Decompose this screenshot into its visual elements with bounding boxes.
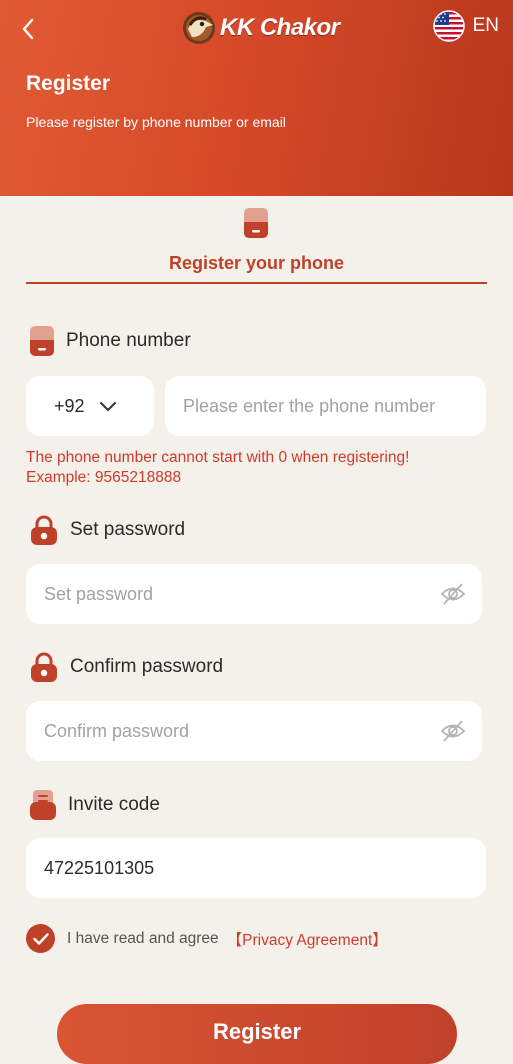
confirm-password-input[interactable] [26, 701, 482, 761]
register-button[interactable]: Register [57, 1004, 457, 1064]
eye-hidden-icon[interactable] [440, 582, 466, 606]
password-input-container [26, 564, 482, 624]
confirm-password-label: Confirm password [30, 652, 223, 682]
check-icon [32, 932, 49, 945]
country-code-value: +92 [54, 395, 85, 416]
privacy-agreement-link[interactable]: 【Privacy Agreement】 [227, 928, 388, 950]
language-label: EN [472, 15, 499, 36]
logo-text: KK Chakor [220, 14, 340, 41]
confirm-password-label-text: Confirm password [70, 656, 224, 677]
us-flag-icon [432, 10, 465, 42]
chevron-left-icon [22, 18, 34, 40]
page-subtitle: Please register by phone number or email [26, 114, 286, 130]
confirm-password-input-container [26, 701, 482, 761]
invite-code-input[interactable] [26, 838, 486, 898]
back-button[interactable] [14, 14, 44, 44]
eye-hidden-icon[interactable] [440, 719, 466, 743]
agreement-text: I have read and agree [67, 929, 219, 947]
tab-label: Register your phone [168, 253, 345, 273]
invite-code-icon [30, 790, 56, 820]
password-input[interactable] [26, 564, 482, 624]
phone-error-example: Example: 9565218888 [26, 469, 182, 486]
phone-label: Phone number [30, 326, 191, 356]
phone-error-message: The phone number cannot start with 0 whe… [26, 448, 409, 488]
password-label: Set password [30, 515, 185, 545]
lock-icon [31, 652, 57, 682]
invite-code-label-text: Invite code [68, 794, 160, 815]
agree-checkbox[interactable] [26, 924, 55, 953]
tab-register-phone[interactable]: Register your phone [26, 206, 487, 286]
app-logo: KK Chakor [180, 8, 340, 48]
phone-icon [244, 208, 268, 243]
bird-logo-icon [183, 12, 215, 44]
phone-error-line: The phone number cannot start with 0 whe… [26, 449, 410, 466]
phone-input-container [165, 376, 486, 436]
phone-input[interactable] [165, 376, 486, 436]
tab-underline [26, 282, 487, 284]
lock-icon [31, 515, 57, 545]
phone-label-text: Phone number [66, 330, 191, 351]
language-selector[interactable]: EN [432, 10, 499, 42]
password-label-text: Set password [70, 519, 186, 540]
invite-code-input-container [26, 838, 486, 898]
page-title: Register [26, 72, 111, 95]
invite-code-label: Invite code [30, 790, 160, 820]
country-code-select[interactable]: +92 [26, 376, 154, 436]
header: KK Chakor EN Register Please register by… [0, 0, 513, 196]
phone-icon [30, 326, 54, 356]
agreement-row: I have read and agree 【Privacy Agreement… [26, 924, 388, 953]
chevron-down-icon [99, 402, 116, 411]
